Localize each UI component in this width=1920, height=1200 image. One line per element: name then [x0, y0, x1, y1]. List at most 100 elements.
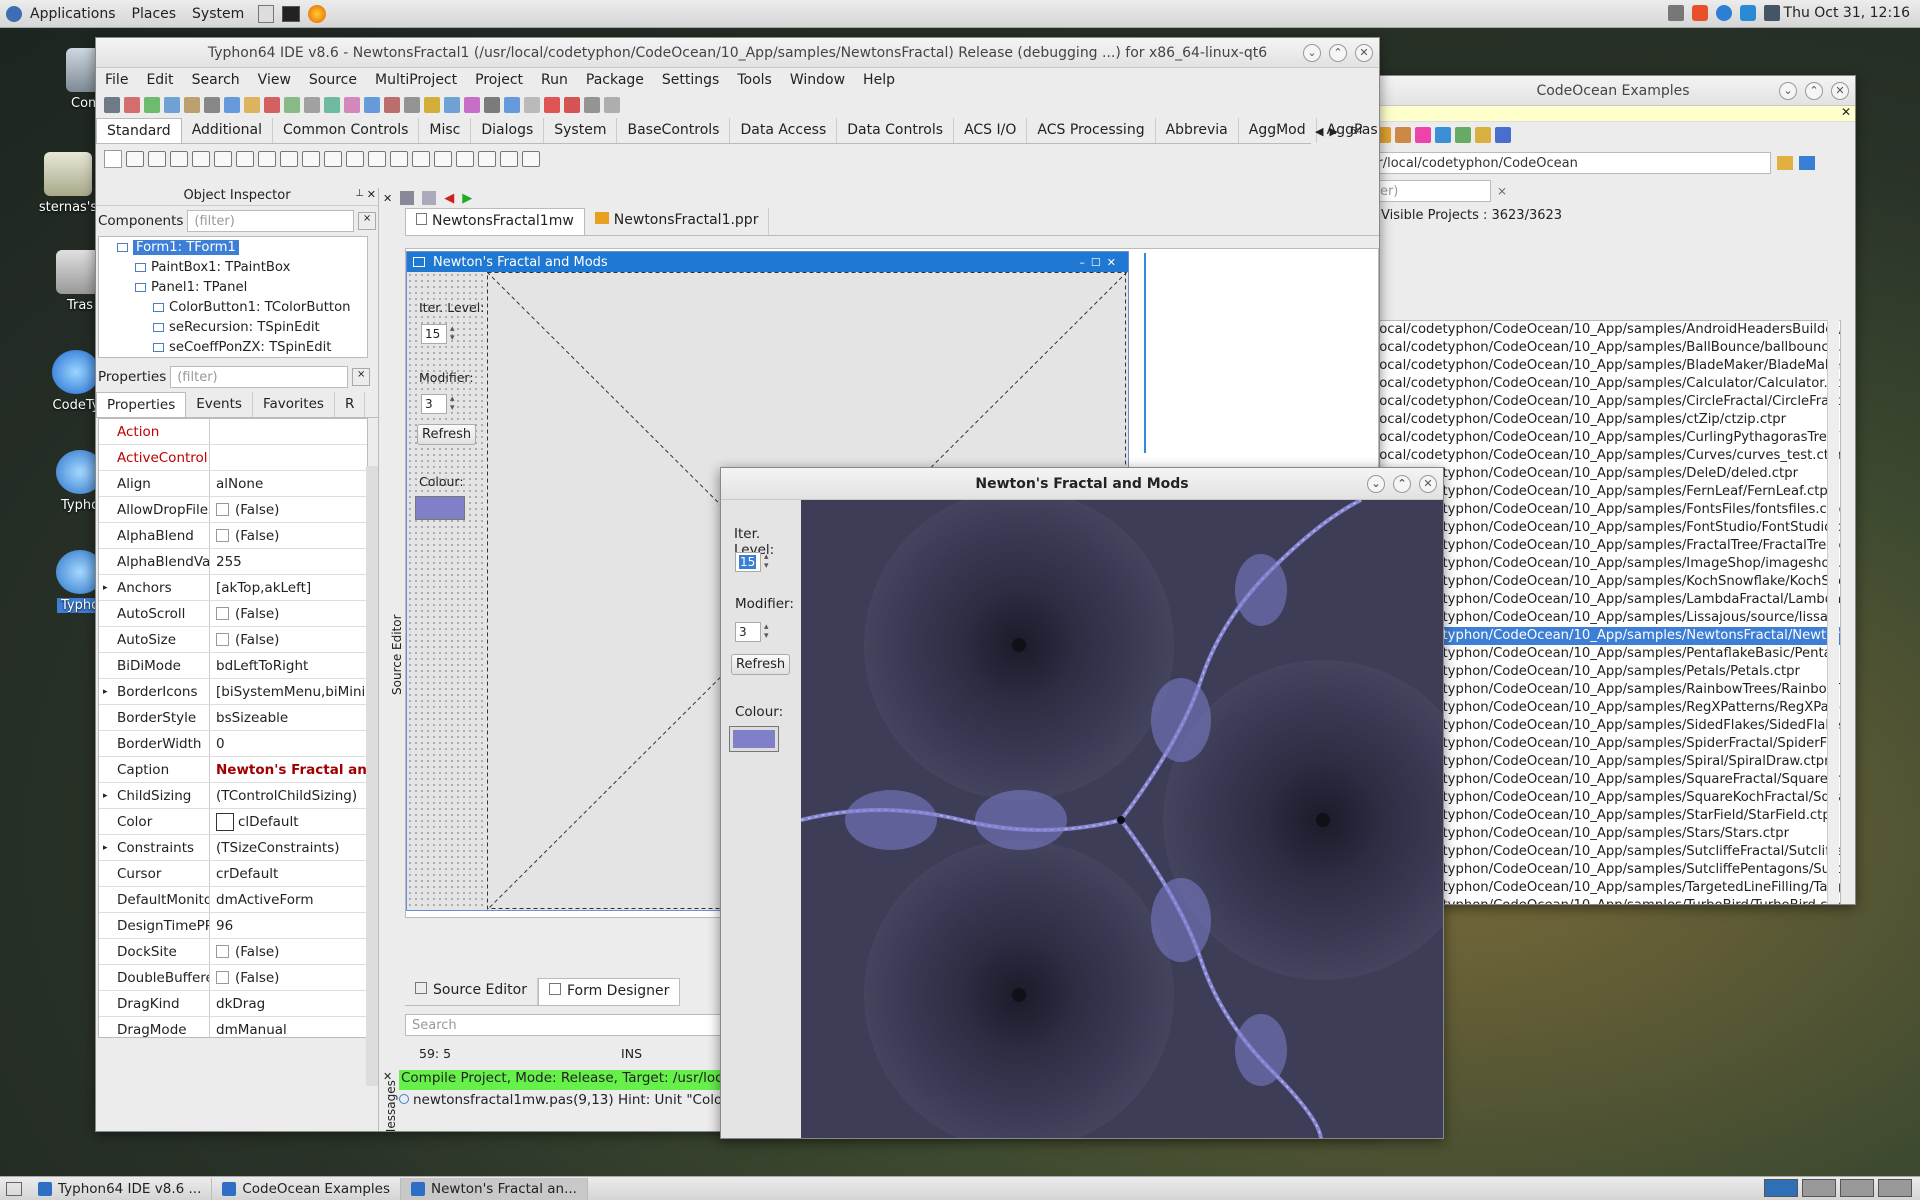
modifier-spinedit[interactable]: 3 — [735, 622, 772, 642]
expand-icon[interactable]: ▸ — [103, 791, 108, 801]
task-fractal[interactable]: Newton's Fractal an... — [401, 1177, 588, 1200]
inspector-tab-favorites[interactable]: Favorites — [253, 392, 335, 417]
palette-tab-acs-processing[interactable]: ACS Processing — [1027, 118, 1156, 143]
designer-form-titlebar[interactable]: Newton's Fractal and Mods –☐✕ — [407, 252, 1128, 272]
property-row[interactable]: DoubleBuffered (False) — [99, 965, 367, 991]
toolbar-icon[interactable] — [404, 97, 420, 113]
inspector-tab-properties[interactable]: Properties — [96, 392, 187, 417]
workspace-switcher[interactable] — [1764, 1179, 1912, 1197]
editor-menu-icon[interactable] — [422, 191, 437, 205]
scroll-tabs-right-button[interactable]: ▶ — [1329, 125, 1337, 138]
component-icon[interactable] — [324, 151, 342, 167]
palette-tab-data-access[interactable]: Data Access — [730, 118, 838, 143]
tree-node[interactable]: ColorButton1: TColorButton — [99, 297, 367, 317]
maximize-button[interactable]: ⌃ — [1805, 82, 1823, 100]
minimize-button[interactable]: ⌄ — [1367, 475, 1385, 493]
info-icon[interactable] — [1495, 127, 1511, 143]
component-icon[interactable] — [412, 151, 430, 167]
workspace-4[interactable] — [1878, 1179, 1912, 1197]
component-icon[interactable] — [148, 151, 166, 167]
palette-tab-basecontrols[interactable]: BaseControls — [617, 118, 731, 143]
checkbox[interactable] — [216, 503, 229, 516]
palette-tab-misc[interactable]: Misc — [419, 118, 472, 143]
toolbar-icon[interactable] — [484, 97, 500, 113]
property-row[interactable]: DefaultMonitor dmActiveForm — [99, 887, 367, 913]
expand-icon[interactable]: ▸ — [103, 583, 108, 593]
component-icon[interactable] — [170, 151, 188, 167]
minimize-button[interactable]: ⌄ — [1303, 44, 1321, 62]
toolbar-icon[interactable] — [424, 97, 440, 113]
toolbar-icon[interactable] — [344, 97, 360, 113]
path-field[interactable]: /usr/local/codetyphon/CodeOcean — [1371, 152, 1771, 174]
modifier-spinedit[interactable]: 3 — [421, 394, 458, 414]
toolbar-icon[interactable] — [564, 97, 580, 113]
project-list-scrollbar[interactable] — [1827, 320, 1839, 904]
property-row[interactable]: DragMode dmManual — [99, 1017, 367, 1037]
display-icon[interactable] — [1764, 5, 1780, 21]
project-item[interactable]: /usr/local/codetyphon/CodeOcean/10_App/s… — [1371, 447, 1840, 465]
toolbar-icon[interactable] — [144, 97, 160, 113]
close-button[interactable]: ✕ — [1355, 44, 1373, 62]
inspector-tab-events[interactable]: Events — [186, 392, 253, 417]
property-value[interactable]: dmManual — [209, 1017, 367, 1037]
codeocean-titlebar[interactable]: CodeOcean Examples ⌄ ⌃ ✕ — [1371, 76, 1855, 106]
property-value[interactable] — [209, 445, 367, 470]
property-value[interactable]: 0 — [209, 731, 367, 756]
property-value[interactable]: clDefault — [209, 809, 367, 834]
menu-search[interactable]: Search — [183, 72, 249, 88]
component-icon[interactable] — [434, 151, 452, 167]
toolbar-icon[interactable] — [304, 97, 320, 113]
scan-icon[interactable] — [1799, 156, 1815, 170]
property-value[interactable]: alNone — [209, 471, 367, 496]
task-codeocean[interactable]: CodeOcean Examples — [212, 1177, 402, 1200]
menu-tools[interactable]: Tools — [728, 72, 781, 88]
fractal-canvas[interactable] — [801, 500, 1443, 1139]
component-icon[interactable] — [258, 151, 276, 167]
toolbar-icon[interactable] — [384, 97, 400, 113]
property-value[interactable]: (False) — [209, 601, 367, 626]
component-icon[interactable] — [346, 151, 364, 167]
checkbox[interactable] — [216, 529, 229, 542]
colour-button[interactable] — [415, 496, 465, 520]
toolbar-icon[interactable] — [104, 97, 120, 113]
places-menu[interactable]: Places — [124, 6, 185, 22]
palette-tab-common-controls[interactable]: Common Controls — [273, 118, 420, 143]
components-filter-input[interactable]: (filter) — [187, 210, 355, 232]
property-value[interactable]: crDefault — [209, 861, 367, 886]
property-row[interactable]: Action — [99, 419, 367, 445]
menu-package[interactable]: Package — [577, 72, 653, 88]
tree-node[interactable]: PaintBox1: TPaintBox — [99, 257, 367, 277]
browse-folder-icon[interactable] — [1777, 156, 1793, 170]
property-row[interactable]: BorderWidth 0 — [99, 731, 367, 757]
volume-icon[interactable] — [1668, 5, 1684, 21]
close-button[interactable]: ✕ — [1419, 475, 1437, 493]
property-value[interactable]: [biSystemMenu,biMinimi — [209, 679, 367, 704]
tree-node[interactable]: Form1: TForm1 — [99, 237, 367, 257]
toolbar-icon[interactable] — [204, 97, 220, 113]
close-button[interactable]: ✕ — [1831, 82, 1849, 100]
palette-tab-abbrevia[interactable]: Abbrevia — [1156, 118, 1239, 143]
project-item[interactable]: /usr/local/codetyphon/CodeOcean/10_App/s… — [1371, 357, 1840, 375]
selection-pointer-icon[interactable] — [104, 150, 122, 168]
firefox-launcher-icon[interactable] — [308, 4, 327, 23]
editor-options-icon[interactable] — [400, 191, 415, 205]
component-icon[interactable] — [500, 151, 518, 167]
property-row[interactable]: Caption Newton's Fractal and M — [99, 757, 367, 783]
property-row[interactable]: Color clDefault — [99, 809, 367, 835]
toolbar-icon[interactable] — [264, 97, 280, 113]
component-icon[interactable] — [522, 151, 540, 167]
property-row[interactable]: AlphaBlend (False) — [99, 523, 367, 549]
property-value[interactable]: (False) — [209, 497, 367, 522]
expand-icon[interactable]: ▸ — [103, 843, 108, 853]
property-value[interactable]: (False) — [209, 627, 367, 652]
property-row[interactable]: BiDiMode bdLeftToRight — [99, 653, 367, 679]
toolbar-icon[interactable] — [284, 97, 300, 113]
project-filter-input[interactable]: (filter) — [1371, 180, 1491, 202]
component-icon[interactable] — [368, 151, 386, 167]
property-row[interactable]: AutoSize (False) — [99, 627, 367, 653]
property-row[interactable]: AllowDropFiles (False) — [99, 497, 367, 523]
editor-search-input[interactable]: Search — [405, 1014, 735, 1036]
property-value[interactable]: (False) — [209, 939, 367, 964]
property-grid[interactable]: Action ActiveControl Align alNone AllowDropF… — [98, 418, 368, 1038]
property-grid-scrollbar[interactable] — [366, 466, 378, 1086]
